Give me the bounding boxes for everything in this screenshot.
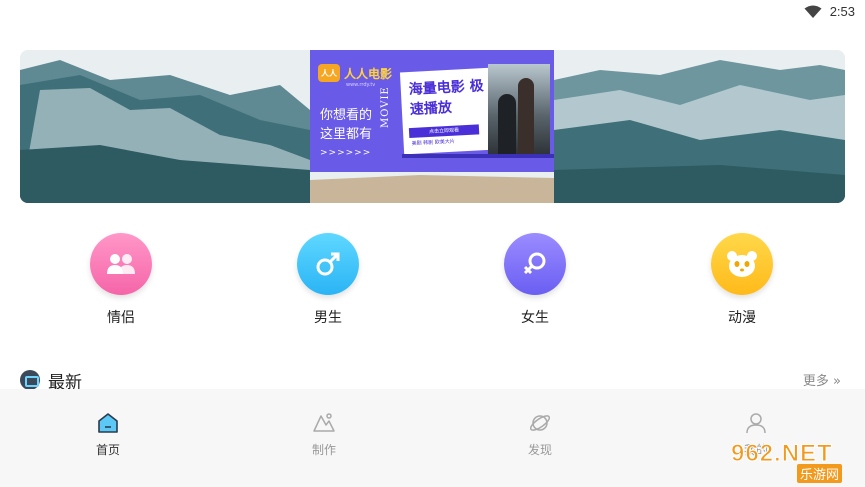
ad-poster-image — [488, 64, 550, 158]
poster-figure-male — [498, 94, 516, 158]
ad-bottom-strip — [402, 154, 554, 158]
ad-logo-text: 人人电影 — [344, 66, 393, 81]
ad-card-subtitle: 美剧 韩剧 欧美大片 — [411, 138, 455, 147]
profile-icon — [746, 413, 766, 434]
category-male[interactable]: 男生 — [288, 233, 368, 327]
ad-slogan-line1: 你想看的 — [320, 108, 373, 123]
banner-carousel[interactable]: 人人 人人电影 www.rrdy.tv 你想看的 这里都有 >>>>>> MOV… — [20, 50, 845, 203]
ad-watch-button[interactable]: 点击立即观看 — [408, 124, 480, 139]
create-icon — [313, 413, 335, 432]
category-label: 动漫 — [728, 310, 756, 326]
more-label: 更多 — [802, 374, 829, 389]
nav-discover[interactable]: 发现 — [510, 411, 570, 458]
category-label: 女生 — [521, 310, 549, 326]
ad-card: 海量电影 极速播放 点击立即观看 美剧 韩剧 欧美大片 — [399, 67, 497, 155]
couple-icon — [90, 233, 152, 295]
ad-logo: 人人 人人电影 — [318, 64, 392, 82]
poster-figure-female — [518, 78, 534, 158]
ad-slogan-line2: 这里都有 — [320, 127, 373, 142]
male-icon — [297, 233, 359, 295]
watermark-subtext: 乐游网 — [797, 464, 843, 483]
nav-label: 发现 — [527, 443, 552, 457]
category-couple[interactable]: 情侣 — [81, 233, 161, 327]
panda-icon — [711, 233, 773, 295]
site-watermark: 962.NET 乐游网 — [731, 440, 859, 483]
wifi-icon — [804, 5, 822, 18]
category-label: 男生 — [314, 310, 342, 326]
status-bar: 2:53 — [0, 0, 865, 26]
latest-icon — [20, 370, 40, 390]
category-grid: 情侣 男生 女生 动漫 — [0, 233, 865, 333]
status-indicators: 2:53 — [804, 4, 855, 19]
ad-arrows: >>>>>> — [320, 148, 372, 158]
movie-ad[interactable]: 人人 人人电影 www.rrdy.tv 你想看的 这里都有 >>>>>> MOV… — [310, 50, 554, 172]
category-anime[interactable]: 动漫 — [702, 233, 782, 327]
status-time: 2:53 — [829, 4, 855, 19]
ad-logo-badge: 人人 — [318, 64, 340, 82]
ad-logo-url: www.rrdy.tv — [346, 82, 376, 88]
more-link[interactable]: 更多 » — [803, 370, 841, 389]
home-icon — [98, 413, 118, 433]
double-chevron-right-icon: » — [828, 374, 841, 389]
category-female[interactable]: 女生 — [495, 233, 575, 327]
nav-label: 首页 — [95, 443, 120, 457]
ad-card-title: 海量电影 极速播放 — [408, 78, 485, 118]
discover-icon — [529, 415, 551, 431]
nav-label: 制作 — [311, 443, 336, 457]
ad-slogan: 你想看的 这里都有 — [320, 106, 372, 144]
nav-create[interactable]: 制作 — [294, 411, 354, 458]
category-label: 情侣 — [107, 310, 135, 326]
app-screen: 2:53 人人 人人电影 www.rrdy.tv 你想看的 这里都有 >>>>>… — [0, 0, 865, 487]
ad-vertical-word: MOVIE — [380, 86, 391, 128]
nav-home[interactable]: 首页 — [78, 411, 138, 458]
latest-section-header: 最新 更多 » — [20, 368, 845, 393]
female-icon — [504, 233, 566, 295]
